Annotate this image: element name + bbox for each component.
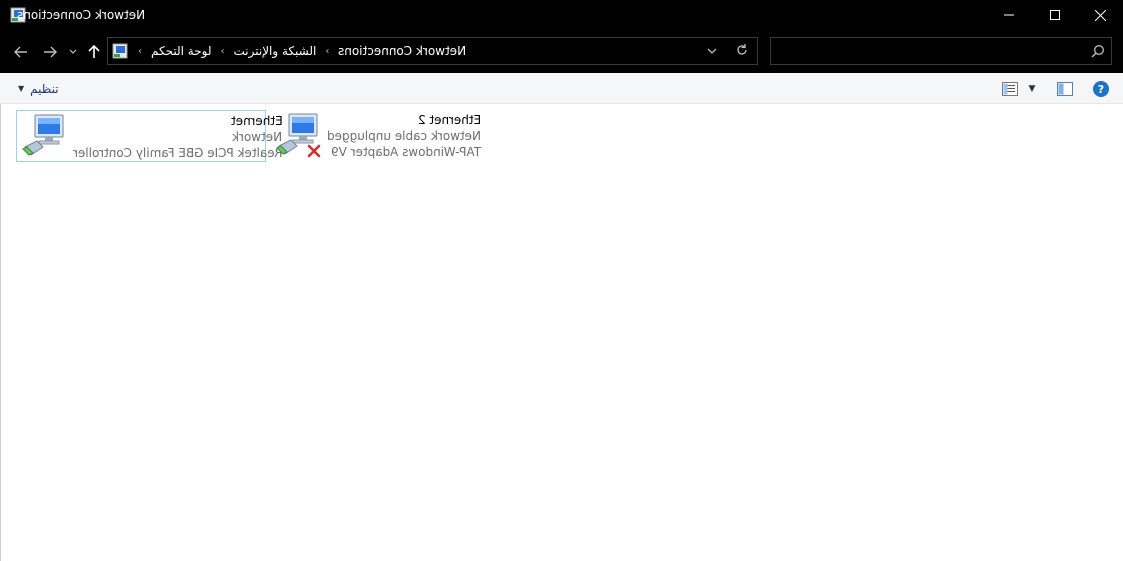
connection-name: Ethernet 2 [417, 113, 482, 127]
connection-details: Ethernet 2 Network cable unplugged TAP-W… [327, 112, 481, 160]
change-view-button[interactable] [1001, 79, 1019, 99]
arrow-right-icon [44, 46, 57, 57]
minimize-button[interactable] [986, 0, 1032, 30]
back-button[interactable] [10, 30, 32, 73]
close-button[interactable] [1077, 0, 1123, 30]
breadcrumb-separator: ‹ [325, 45, 330, 57]
connection-tile-ethernet[interactable]: Ethernet Network Realtek PCIe GBE Family… [16, 110, 282, 162]
breadcrumb-separator: ‹ [138, 45, 142, 57]
minimize-icon [1004, 14, 1014, 16]
address-bar[interactable]: ‹ لوحة التحكم ‹ الشبكة والإنترنت ‹ Netwo… [107, 37, 758, 65]
help-button[interactable]: ? [1092, 79, 1110, 99]
arrow-left-icon [14, 46, 27, 57]
breadcrumb-network-connections[interactable]: Network Connections [338, 44, 466, 58]
address-history-dropdown[interactable] [707, 44, 717, 61]
svg-text:?: ? [1098, 83, 1104, 96]
connection-adapter: Realtek PCIe GBE Family Controller [73, 146, 283, 160]
maximize-icon [1050, 10, 1060, 20]
refresh-icon [737, 44, 747, 55]
up-button[interactable] [85, 30, 103, 73]
close-icon [1094, 9, 1106, 21]
search-input[interactable] [779, 42, 1079, 60]
breadcrumb-separator: ‹ [220, 45, 225, 57]
control-panel-icon [112, 43, 128, 59]
details-view-icon [1002, 82, 1018, 96]
connection-details: Ethernet Network Realtek PCIe GBE Family… [73, 113, 282, 161]
recent-locations-button[interactable] [66, 30, 80, 73]
disconnected-x-icon [307, 144, 321, 158]
chevron-down-icon [69, 49, 77, 54]
breadcrumb-control-panel[interactable]: لوحة التحكم [151, 44, 212, 58]
preview-pane-button[interactable] [1055, 79, 1075, 99]
organize-button[interactable]: ▼ تنظيم [18, 73, 59, 104]
search-box[interactable] [770, 37, 1112, 65]
breadcrumb-network-internet[interactable]: الشبكة والإنترنت [234, 44, 317, 58]
breadcrumb: ‹ لوحة التحكم ‹ الشبكة والإنترنت ‹ Netwo… [132, 38, 466, 64]
connection-adapter: TAP-Windows Adapter V9 [330, 145, 482, 159]
refresh-button[interactable] [735, 43, 749, 60]
title-bar: Network Connections [0, 0, 1123, 30]
dropdown-caret-icon: ▼ [18, 84, 25, 93]
view-options-dropdown[interactable]: ▼ [1025, 79, 1039, 99]
window-title: Network Connections [16, 8, 145, 22]
search-icon[interactable] [1091, 44, 1105, 61]
maximize-button[interactable] [1032, 0, 1078, 30]
network-adapter-icon [21, 113, 67, 159]
connection-tile-ethernet-2[interactable]: Ethernet 2 Network cable unplugged TAP-W… [273, 110, 481, 162]
chevron-down-icon [707, 48, 717, 54]
help-icon: ? [1093, 81, 1109, 97]
connection-status: Network cable unplugged [327, 129, 482, 143]
arrow-up-icon [88, 44, 100, 58]
organize-label: تنظيم [30, 81, 59, 96]
command-bar: ▼ تنظيم ▼ ? [0, 73, 1123, 104]
connections-list: Ethernet Network Realtek PCIe GBE Family… [0, 104, 1123, 561]
preview-pane-icon [1057, 82, 1073, 96]
forward-button[interactable] [39, 30, 61, 73]
chevron-down-icon: ▼ [1028, 84, 1036, 94]
